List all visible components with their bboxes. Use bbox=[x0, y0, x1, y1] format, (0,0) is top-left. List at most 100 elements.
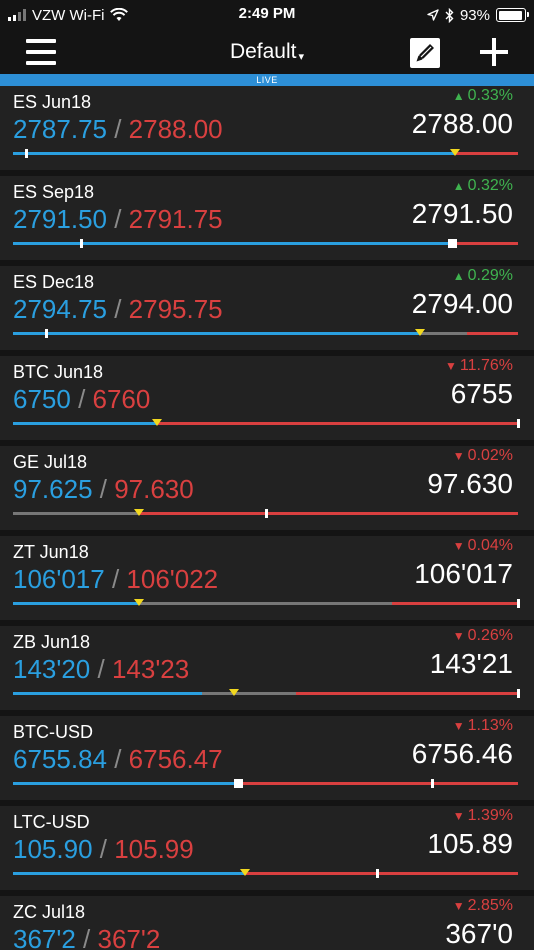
add-button[interactable] bbox=[478, 36, 510, 68]
range-last-price-marker bbox=[240, 869, 251, 876]
triangle-down-icon: ▼ bbox=[452, 449, 465, 463]
quote-row-4[interactable]: GE Jul18 97.625 / 97.630 ▼ 0.02% 97.630 bbox=[0, 446, 534, 530]
bid-ask: 106'017 / 106'022 bbox=[13, 564, 218, 595]
quote-row-0[interactable]: ES Jun18 2787.75 / 2788.00 ▲ 0.33% 2788.0… bbox=[0, 86, 534, 170]
ask-price: 367'2 bbox=[97, 924, 161, 950]
percent-change: ▼ 1.13% bbox=[453, 717, 513, 735]
change-value: 1.39% bbox=[467, 807, 513, 824]
quote-list[interactable]: ES Jun18 2787.75 / 2788.00 ▲ 0.33% 2788.0… bbox=[0, 86, 534, 950]
quote-symbol: ES Dec18 bbox=[13, 272, 95, 292]
range-last-price-marker bbox=[134, 599, 145, 606]
bid-price: 105.90 bbox=[13, 834, 93, 864]
percent-change: ▼ 0.04% bbox=[453, 537, 513, 555]
chevron-down-icon: ▾ bbox=[298, 51, 305, 63]
quote-symbol: BTC-USD bbox=[13, 722, 93, 742]
bid-ask-separator: / bbox=[106, 204, 129, 234]
bid-price: 2787.75 bbox=[13, 114, 107, 144]
battery-icon bbox=[496, 8, 529, 22]
bid-price: 6750 bbox=[13, 384, 71, 414]
range-last-price-marker bbox=[414, 329, 425, 336]
change-value: 2.85% bbox=[467, 897, 513, 914]
range-bid-segment bbox=[13, 602, 140, 605]
ask-price: 2791.75 bbox=[128, 204, 223, 234]
bid-ask-separator: / bbox=[106, 744, 129, 774]
triangle-down-icon: ▼ bbox=[452, 539, 465, 553]
battery-percent: 93% bbox=[459, 6, 490, 24]
bid-ask: 2791.50 / 2791.75 bbox=[13, 204, 223, 235]
day-range-bar bbox=[13, 509, 518, 518]
quote-row-2[interactable]: ES Dec18 2794.75 / 2795.75 ▲ 0.29% 2794.0… bbox=[0, 266, 534, 350]
quote-row-1[interactable]: ES Sep18 2791.50 / 2791.75 ▲ 0.32% 2791.5… bbox=[0, 176, 534, 260]
bid-ask: 2794.75 / 2795.75 bbox=[13, 294, 223, 325]
quote-row-8[interactable]: LTC-USD 105.90 / 105.99 ▼ 1.39% 105.89 bbox=[0, 806, 534, 890]
change-value: 1.13% bbox=[467, 717, 513, 734]
change-value: 0.04% bbox=[467, 537, 513, 554]
last-price: 367'0 bbox=[445, 918, 513, 949]
day-range-bar bbox=[13, 329, 518, 338]
range-last-price-marker bbox=[134, 509, 145, 516]
day-range-bar bbox=[13, 779, 518, 788]
range-tick-marker bbox=[44, 329, 48, 338]
percent-change: ▲ 0.29% bbox=[453, 267, 513, 285]
ask-price: 105.99 bbox=[114, 834, 194, 864]
ask-price: 143'23 bbox=[111, 654, 190, 684]
change-value: 0.26% bbox=[467, 627, 513, 644]
day-range-bar bbox=[13, 599, 520, 608]
quote-symbol: ZT Jun18 bbox=[13, 542, 89, 562]
quote-row-7[interactable]: BTC-USD 6755.84 / 6756.47 ▼ 1.13% 6756.46 bbox=[0, 716, 534, 800]
range-bid-segment bbox=[13, 872, 246, 875]
bid-ask-separator: / bbox=[92, 834, 115, 864]
hamburger-icon bbox=[26, 39, 56, 43]
last-price: 105.89 bbox=[427, 828, 513, 859]
range-tick-marker bbox=[517, 599, 520, 608]
last-price: 6756.46 bbox=[411, 738, 513, 769]
range-last-price-marker bbox=[449, 149, 460, 156]
range-spread-segment bbox=[419, 332, 468, 335]
bid-ask: 367'2 / 367'2 bbox=[13, 924, 160, 950]
menu-button[interactable] bbox=[26, 39, 56, 65]
ask-price: 6760 bbox=[92, 384, 151, 414]
quote-symbol: ZC Jul18 bbox=[13, 902, 86, 922]
triangle-down-icon: ▼ bbox=[452, 809, 465, 823]
change-value: 0.29% bbox=[467, 267, 513, 284]
ask-price: 97.630 bbox=[114, 474, 194, 504]
range-bid-segment bbox=[13, 692, 203, 695]
range-tick-marker bbox=[517, 689, 520, 698]
bid-ask: 2787.75 / 2788.00 bbox=[13, 114, 223, 145]
percent-change: ▲ 0.33% bbox=[453, 87, 513, 105]
range-tick-marker bbox=[80, 239, 84, 248]
range-last-price-marker bbox=[228, 689, 239, 696]
range-last-price-marker bbox=[233, 779, 243, 788]
range-bid-segment bbox=[13, 332, 420, 335]
change-value: 11.76% bbox=[459, 357, 513, 374]
percent-change: ▼ 0.02% bbox=[453, 447, 513, 465]
nav-bar: Default ▾ bbox=[0, 30, 534, 74]
quote-row-5[interactable]: ZT Jun18 106'017 / 106'022 ▼ 0.04% 106'01… bbox=[0, 536, 534, 620]
bid-ask: 143'20 / 143'23 bbox=[13, 654, 189, 685]
last-price: 6755 bbox=[450, 378, 513, 409]
quote-symbol: GE Jul18 bbox=[13, 452, 88, 472]
change-value: 0.02% bbox=[467, 447, 513, 464]
quote-row-3[interactable]: BTC Jun18 6750 / 6760 ▼ 11.76% 6755 bbox=[0, 356, 534, 440]
bid-ask-separator: / bbox=[75, 924, 98, 950]
triangle-up-icon: ▲ bbox=[452, 179, 465, 193]
quote-row-6[interactable]: ZB Jun18 143'20 / 143'23 ▼ 0.26% 143'21 bbox=[0, 626, 534, 710]
bid-ask: 105.90 / 105.99 bbox=[13, 834, 194, 865]
day-range-bar bbox=[13, 239, 518, 248]
bid-price: 2794.75 bbox=[13, 294, 107, 324]
range-spread-segment bbox=[139, 602, 392, 605]
edit-button[interactable] bbox=[410, 38, 440, 68]
day-range-bar bbox=[13, 689, 520, 698]
bid-ask: 6750 / 6760 bbox=[13, 384, 150, 415]
triangle-down-icon: ▼ bbox=[452, 719, 465, 733]
percent-change: ▼ 2.85% bbox=[453, 897, 513, 915]
triangle-down-icon: ▼ bbox=[445, 359, 457, 373]
last-price: 106'017 bbox=[414, 558, 513, 589]
triangle-down-icon: ▼ bbox=[452, 629, 465, 643]
quote-row-9[interactable]: ZC Jul18 367'2 / 367'2 ▼ 2.85% 367'0 bbox=[0, 896, 534, 950]
live-indicator: LIVE bbox=[0, 74, 534, 86]
quote-symbol: BTC Jun18 bbox=[13, 362, 104, 382]
watchlist-picker-button[interactable]: Default ▾ bbox=[230, 40, 304, 64]
day-range-bar bbox=[13, 869, 518, 878]
location-arrow-icon bbox=[427, 9, 439, 21]
